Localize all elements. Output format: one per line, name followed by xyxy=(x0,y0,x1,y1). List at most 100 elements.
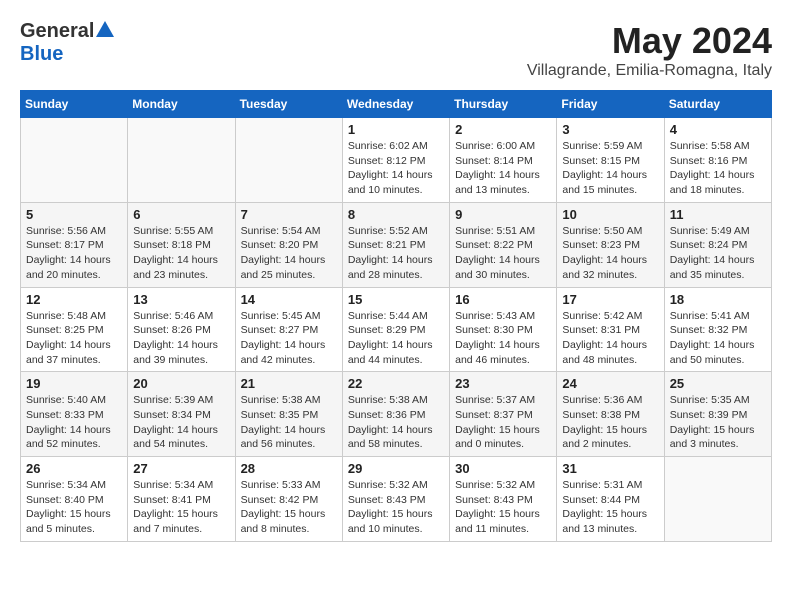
table-row: 23Sunrise: 5:37 AM Sunset: 8:37 PM Dayli… xyxy=(450,372,557,457)
day-info: Sunrise: 5:46 AM Sunset: 8:26 PM Dayligh… xyxy=(133,309,229,368)
day-number: 14 xyxy=(241,292,337,307)
header-friday: Friday xyxy=(557,91,664,118)
day-info: Sunrise: 5:44 AM Sunset: 8:29 PM Dayligh… xyxy=(348,309,444,368)
day-info: Sunrise: 6:02 AM Sunset: 8:12 PM Dayligh… xyxy=(348,139,444,198)
table-row: 29 Sunrise: 5:32 AM Sunset: 8:43 PM Dayli… xyxy=(342,457,449,542)
table-row: 17 Sunrise: 5:42 AM Sunset: 8:31 PM Dayli… xyxy=(557,287,664,372)
table-row: 15 Sunrise: 5:44 AM Sunset: 8:29 PM Dayli… xyxy=(342,287,449,372)
table-row: 2 Sunrise: 6:00 AM Sunset: 8:14 PM Daylig… xyxy=(450,118,557,203)
day-info: Sunrise: 5:38 AM Sunset: 8:35 PM Dayligh… xyxy=(241,393,337,452)
day-number: 7 xyxy=(241,207,337,222)
day-number: 18 xyxy=(670,292,766,307)
page-header: General Blue May 2024 Villagrande, Emili… xyxy=(20,20,772,80)
calendar-body: 1 Sunrise: 6:02 AM Sunset: 8:12 PM Daylig… xyxy=(21,118,772,542)
day-info: Sunrise: 5:39 AM Sunset: 8:34 PM Dayligh… xyxy=(133,393,229,452)
table-row: 10 Sunrise: 5:50 AM Sunset: 8:23 PM Dayli… xyxy=(557,202,664,287)
day-info: Sunrise: 5:55 AM Sunset: 8:18 PM Dayligh… xyxy=(133,224,229,283)
header-saturday: Saturday xyxy=(664,91,771,118)
header-thursday: Thursday xyxy=(450,91,557,118)
table-row: 6 Sunrise: 5:55 AM Sunset: 8:18 PM Daylig… xyxy=(128,202,235,287)
table-row: 24Sunrise: 5:36 AM Sunset: 8:38 PM Dayli… xyxy=(557,372,664,457)
table-row: 14 Sunrise: 5:45 AM Sunset: 8:27 PM Dayli… xyxy=(235,287,342,372)
table-row: 4 Sunrise: 5:58 AM Sunset: 8:16 PM Daylig… xyxy=(664,118,771,203)
day-info: Sunrise: 5:35 AM Sunset: 8:39 PM Dayligh… xyxy=(670,393,766,452)
table-row: 28Sunrise: 5:33 AM Sunset: 8:42 PM Dayli… xyxy=(235,457,342,542)
day-info: Sunrise: 5:42 AM Sunset: 8:31 PM Dayligh… xyxy=(562,309,658,368)
title-block: May 2024 Villagrande, Emilia-Romagna, It… xyxy=(527,20,772,80)
day-info: Sunrise: 5:51 AM Sunset: 8:22 PM Dayligh… xyxy=(455,224,551,283)
logo-general-text: General xyxy=(20,20,94,43)
day-number: 29 xyxy=(348,461,444,476)
day-number: 5 xyxy=(26,207,122,222)
day-number: 27 xyxy=(133,461,229,476)
day-number: 31 xyxy=(562,461,658,476)
day-number: 20 xyxy=(133,376,229,391)
day-number: 19 xyxy=(26,376,122,391)
day-info: Sunrise: 5:33 AM Sunset: 8:42 PM Dayligh… xyxy=(241,478,337,537)
day-info: Sunrise: 5:43 AM Sunset: 8:30 PM Dayligh… xyxy=(455,309,551,368)
day-info: Sunrise: 5:56 AM Sunset: 8:17 PM Dayligh… xyxy=(26,224,122,283)
table-row: 11 Sunrise: 5:49 AM Sunset: 8:24 PM Dayli… xyxy=(664,202,771,287)
table-row: 9 Sunrise: 5:51 AM Sunset: 8:22 PM Daylig… xyxy=(450,202,557,287)
calendar-header: Sunday Monday Tuesday Wednesday Thursday… xyxy=(21,91,772,118)
day-info: Sunrise: 5:31 AM Sunset: 8:44 PM Dayligh… xyxy=(562,478,658,537)
day-number: 8 xyxy=(348,207,444,222)
day-number: 4 xyxy=(670,122,766,137)
day-number: 16 xyxy=(455,292,551,307)
table-row: 30 Sunrise: 5:32 AM Sunset: 8:43 PM Dayli… xyxy=(450,457,557,542)
day-info: Sunrise: 5:40 AM Sunset: 8:33 PM Dayligh… xyxy=(26,393,122,452)
day-number: 22 xyxy=(348,376,444,391)
header-monday: Monday xyxy=(128,91,235,118)
table-row: 3 Sunrise: 5:59 AM Sunset: 8:15 PM Daylig… xyxy=(557,118,664,203)
month-title: May 2024 xyxy=(527,20,772,62)
table-row: 8Sunrise: 5:52 AM Sunset: 8:21 PM Daylig… xyxy=(342,202,449,287)
day-info: Sunrise: 5:50 AM Sunset: 8:23 PM Dayligh… xyxy=(562,224,658,283)
day-number: 15 xyxy=(348,292,444,307)
table-row: 26Sunrise: 5:34 AM Sunset: 8:40 PM Dayli… xyxy=(21,457,128,542)
table-row: 12Sunrise: 5:48 AM Sunset: 8:25 PM Dayli… xyxy=(21,287,128,372)
header-sunday: Sunday xyxy=(21,91,128,118)
table-row: 21 Sunrise: 5:38 AM Sunset: 8:35 PM Dayli… xyxy=(235,372,342,457)
day-number: 13 xyxy=(133,292,229,307)
header-tuesday: Tuesday xyxy=(235,91,342,118)
day-info: Sunrise: 5:58 AM Sunset: 8:16 PM Dayligh… xyxy=(670,139,766,198)
day-number: 1 xyxy=(348,122,444,137)
header-wednesday: Wednesday xyxy=(342,91,449,118)
table-row: 18Sunrise: 5:41 AM Sunset: 8:32 PM Dayli… xyxy=(664,287,771,372)
logo-arrow-icon xyxy=(96,21,114,42)
location-title: Villagrande, Emilia-Romagna, Italy xyxy=(527,62,772,80)
logo-blue-text: Blue xyxy=(20,43,63,65)
day-info: Sunrise: 5:32 AM Sunset: 8:43 PM Dayligh… xyxy=(455,478,551,537)
day-number: 2 xyxy=(455,122,551,137)
table-row: 20 Sunrise: 5:39 AM Sunset: 8:34 PM Dayli… xyxy=(128,372,235,457)
table-row: 5 Sunrise: 5:56 AM Sunset: 8:17 PM Daylig… xyxy=(21,202,128,287)
day-info: Sunrise: 5:38 AM Sunset: 8:36 PM Dayligh… xyxy=(348,393,444,452)
day-number: 9 xyxy=(455,207,551,222)
day-info: Sunrise: 5:45 AM Sunset: 8:27 PM Dayligh… xyxy=(241,309,337,368)
day-info: Sunrise: 6:00 AM Sunset: 8:14 PM Dayligh… xyxy=(455,139,551,198)
table-row: 1 Sunrise: 6:02 AM Sunset: 8:12 PM Daylig… xyxy=(342,118,449,203)
table-row xyxy=(128,118,235,203)
day-number: 11 xyxy=(670,207,766,222)
table-row: 27 Sunrise: 5:34 AM Sunset: 8:41 PM Dayli… xyxy=(128,457,235,542)
table-row xyxy=(235,118,342,203)
day-number: 3 xyxy=(562,122,658,137)
day-number: 21 xyxy=(241,376,337,391)
day-info: Sunrise: 5:59 AM Sunset: 8:15 PM Dayligh… xyxy=(562,139,658,198)
day-info: Sunrise: 5:49 AM Sunset: 8:24 PM Dayligh… xyxy=(670,224,766,283)
day-number: 26 xyxy=(26,461,122,476)
day-info: Sunrise: 5:54 AM Sunset: 8:20 PM Dayligh… xyxy=(241,224,337,283)
day-number: 10 xyxy=(562,207,658,222)
day-number: 17 xyxy=(562,292,658,307)
day-info: Sunrise: 5:32 AM Sunset: 8:43 PM Dayligh… xyxy=(348,478,444,537)
day-number: 25 xyxy=(670,376,766,391)
day-number: 6 xyxy=(133,207,229,222)
day-info: Sunrise: 5:34 AM Sunset: 8:41 PM Dayligh… xyxy=(133,478,229,537)
table-row: 31 Sunrise: 5:31 AM Sunset: 8:44 PM Dayli… xyxy=(557,457,664,542)
table-row: 22 Sunrise: 5:38 AM Sunset: 8:36 PM Dayli… xyxy=(342,372,449,457)
day-number: 12 xyxy=(26,292,122,307)
day-number: 30 xyxy=(455,461,551,476)
table-row xyxy=(664,457,771,542)
table-row: 7 Sunrise: 5:54 AM Sunset: 8:20 PM Daylig… xyxy=(235,202,342,287)
day-info: Sunrise: 5:37 AM Sunset: 8:37 PM Dayligh… xyxy=(455,393,551,452)
